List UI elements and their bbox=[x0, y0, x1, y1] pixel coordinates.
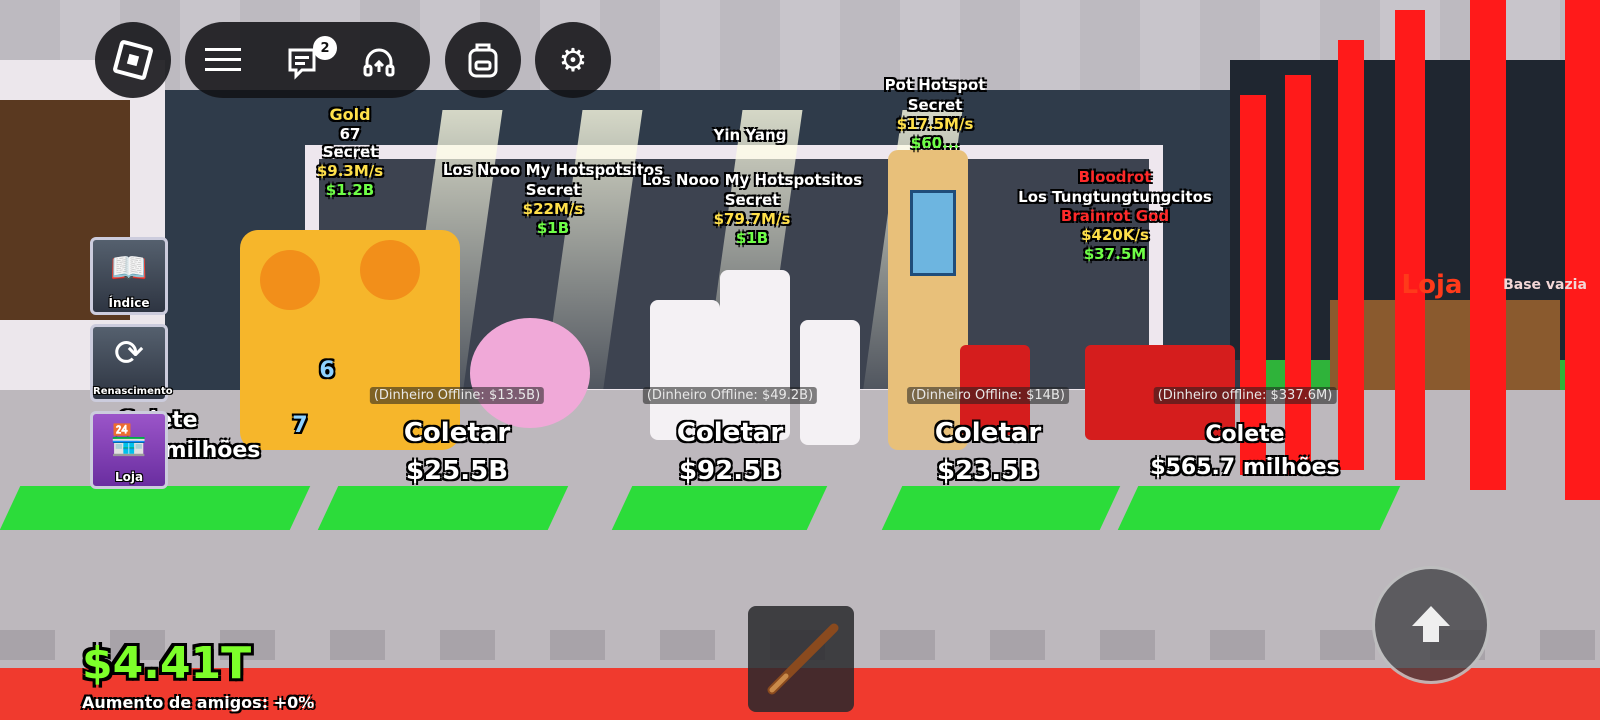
gear-icon: ⚙ bbox=[558, 41, 588, 79]
offline-money: (Dinheiro Offline: $13.5B) bbox=[369, 387, 545, 404]
voice-headset-icon[interactable] bbox=[357, 40, 401, 84]
brainrot-rate: $17.5M/s bbox=[896, 115, 974, 133]
book-icon: 📖 bbox=[110, 250, 148, 286]
backpack-button[interactable] bbox=[445, 22, 521, 98]
red-pillar bbox=[1338, 40, 1364, 470]
red-pillar bbox=[1285, 75, 1311, 475]
roblox-menu-button[interactable] bbox=[95, 22, 171, 98]
red-pillar bbox=[1470, 0, 1506, 490]
floor-number: 7 bbox=[292, 413, 308, 438]
brainrot-trait: Yin Yang bbox=[713, 126, 787, 144]
base-sign: Base vazia bbox=[1503, 277, 1587, 293]
floor-number: 6 bbox=[319, 358, 335, 383]
brainrot-price: $1B bbox=[735, 229, 769, 247]
rebirth-icon: ⟳ bbox=[113, 332, 145, 374]
collect-amount: $23.5B bbox=[936, 456, 1040, 486]
roblox-logo-icon bbox=[95, 22, 171, 98]
collect-amount: $25.5B bbox=[405, 456, 509, 486]
shop-icon: 🏪 bbox=[110, 422, 148, 458]
hamburger-menu-icon[interactable] bbox=[203, 40, 243, 80]
brainrot-mutation: Gold bbox=[329, 105, 371, 124]
brainrot-price: $37.5M bbox=[1083, 245, 1147, 263]
rebirth-button[interactable]: ⟳ Renascimento bbox=[90, 324, 173, 402]
offline-money: (Dinheiro Offline: $49.2B) bbox=[642, 387, 818, 404]
collect-pad[interactable] bbox=[0, 486, 311, 530]
index-label: Índice bbox=[108, 296, 150, 310]
brainrot-mutation: Bloodrot bbox=[1078, 168, 1152, 186]
collect-amount: $565.7 milhões bbox=[1150, 455, 1340, 480]
shop-sign: Loja bbox=[1401, 270, 1463, 300]
shop-stall bbox=[1330, 300, 1560, 400]
brainrot-rarity: Secret bbox=[907, 96, 963, 114]
collect-action[interactable]: Colete bbox=[1205, 424, 1284, 446]
brainrot-rate: $9.3M/s bbox=[316, 162, 384, 180]
brainrot-price: $1B bbox=[536, 219, 570, 237]
brainrot-price: $60... bbox=[910, 134, 960, 152]
brainrot-name: Los Tungtungtungcitos bbox=[1018, 188, 1212, 206]
brainrot-rate: $420K/s bbox=[1081, 226, 1149, 244]
collect-pad[interactable] bbox=[611, 486, 828, 530]
offline-money: (Dinheiro Offline: $14B) bbox=[907, 387, 1069, 404]
collect-action[interactable]: Coletar bbox=[404, 420, 510, 446]
bat-icon bbox=[748, 606, 854, 712]
red-pillar bbox=[1240, 95, 1266, 475]
brainrot-price: $1.2B bbox=[325, 181, 375, 199]
shop-button[interactable]: 🏪 Loja bbox=[90, 411, 168, 489]
pot-hotspot-face bbox=[910, 190, 956, 276]
red-pillar bbox=[1565, 0, 1600, 500]
jump-button[interactable] bbox=[1372, 566, 1490, 684]
friends-boost: Aumento de amigos: +0% bbox=[82, 693, 315, 712]
collect-pad[interactable] bbox=[1117, 486, 1401, 530]
brainrot-rarity: Secret bbox=[525, 181, 581, 199]
collect-action[interactable]: Coletar bbox=[935, 420, 1041, 446]
brainrot-name: Los Nooo My Hotspotsitos bbox=[442, 161, 664, 179]
collect-amount: $92.5B bbox=[678, 456, 782, 486]
backpack-icon bbox=[445, 22, 521, 98]
gold-brainrot-eye bbox=[360, 240, 420, 300]
brainrot-rarity: Brainrot God bbox=[1060, 207, 1170, 225]
index-button[interactable]: 📖 Índice bbox=[90, 237, 168, 315]
brainrot-rarity: Secret bbox=[724, 191, 780, 209]
brainrot-rarity: Secret bbox=[322, 143, 378, 161]
brainrot-rate: $79.7M/s bbox=[713, 210, 791, 228]
collect-pad[interactable] bbox=[881, 486, 1121, 530]
brainrot-name: Los Nooo My Hotspotsitos bbox=[641, 171, 863, 189]
collect-amount: milhões bbox=[163, 438, 261, 463]
panda-brainrot-model[interactable] bbox=[800, 320, 860, 445]
jump-arrow-icon bbox=[1375, 569, 1487, 681]
offline-money: (Dinheiro offline: $337.6M) bbox=[1153, 387, 1337, 404]
hotbar-slot-1[interactable] bbox=[748, 606, 854, 712]
brainrot-name: Pot Hotspot bbox=[884, 76, 986, 94]
gold-brainrot-eye bbox=[260, 250, 320, 310]
money-display: $4.41T bbox=[82, 638, 252, 689]
red-pillar bbox=[1395, 10, 1425, 480]
collect-pad[interactable] bbox=[317, 486, 569, 530]
pink-brainrot-model[interactable] bbox=[470, 318, 590, 428]
chat-badge: 2 bbox=[313, 36, 337, 60]
yinyang-brainrot-model[interactable] bbox=[720, 270, 790, 440]
brainrot-rate: $22M/s bbox=[522, 200, 584, 218]
rebirth-label: Renascimento bbox=[93, 386, 173, 397]
shop-label: Loja bbox=[114, 470, 144, 484]
topbar-group: 2 bbox=[185, 22, 430, 98]
collect-action[interactable]: Coletar bbox=[677, 420, 783, 446]
settings-button[interactable]: ⚙ bbox=[535, 22, 611, 98]
brainrot-count: 67 bbox=[339, 125, 361, 143]
